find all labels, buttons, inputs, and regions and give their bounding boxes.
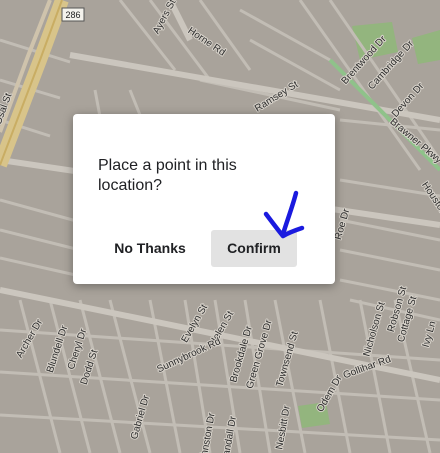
confirm-button[interactable]: Confirm <box>211 230 297 267</box>
route-shield: 286 <box>61 7 85 22</box>
confirm-point-dialog: Place a point in this location? No Thank… <box>73 114 335 284</box>
dialog-message: Place a point in this location? <box>98 157 237 194</box>
no-thanks-button[interactable]: No Thanks <box>103 230 197 267</box>
svg-text:286: 286 <box>65 10 80 20</box>
